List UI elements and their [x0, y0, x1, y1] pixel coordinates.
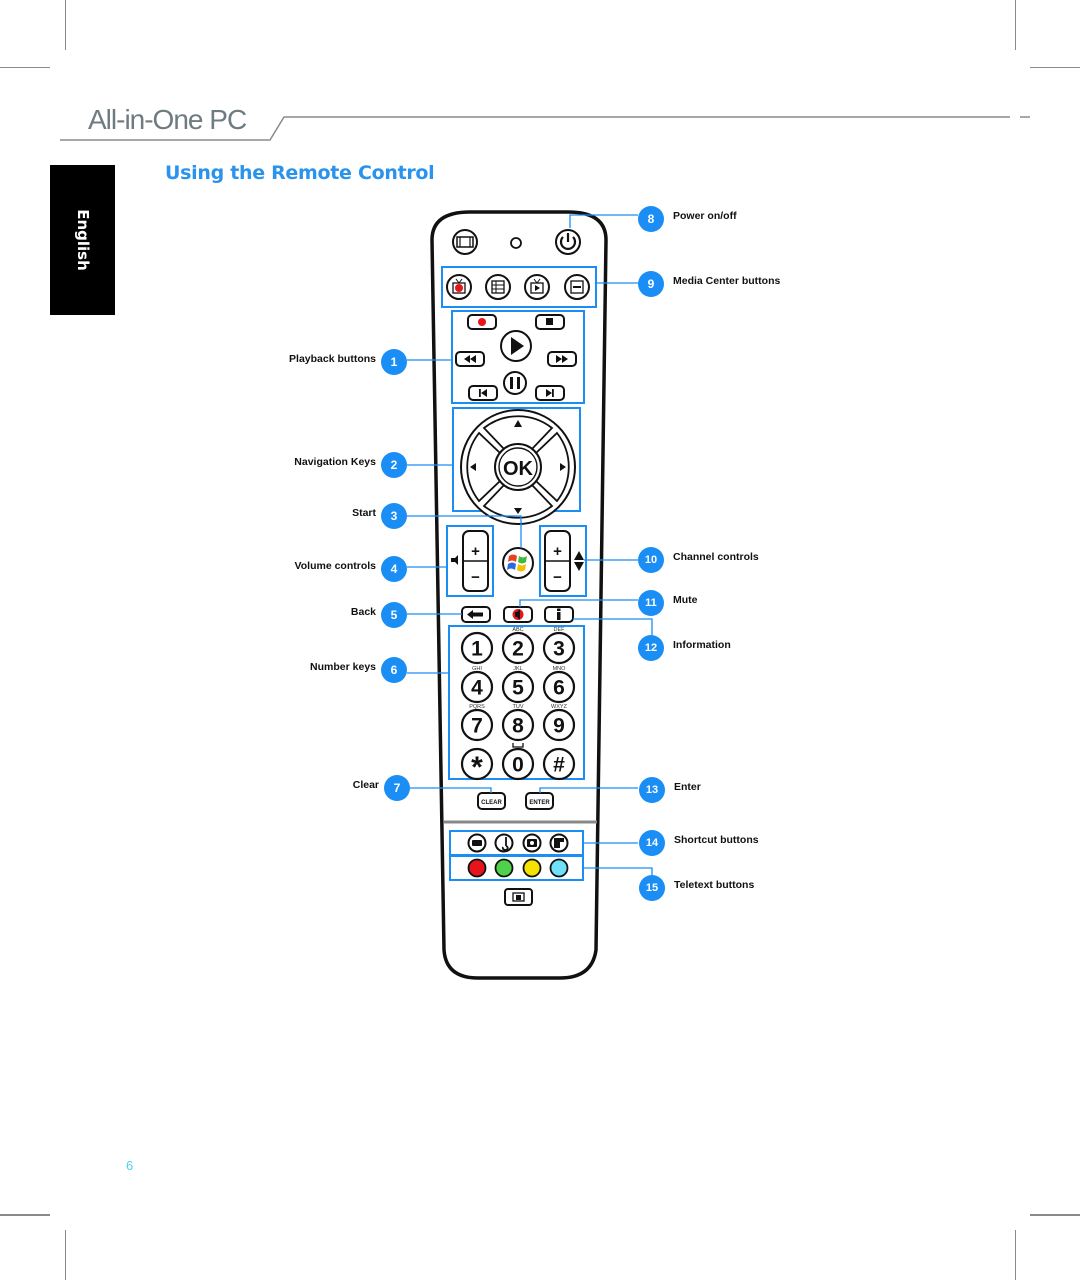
number-key-digit: 4 [471, 677, 483, 700]
skip-back-button[interactable] [468, 385, 498, 401]
mute-button[interactable] [503, 606, 533, 623]
number-key-letters: JKL [513, 666, 522, 672]
number-key-digit: 7 [471, 715, 483, 738]
live-tv-button[interactable] [446, 274, 472, 300]
number-key-letters: DEF [554, 627, 566, 633]
number-key-letters: WXYZ [551, 704, 568, 710]
teletext-button[interactable] [504, 888, 533, 906]
aspect-ratio-button[interactable] [452, 229, 478, 255]
teletext-blue-button[interactable] [549, 858, 569, 878]
rewind-button[interactable] [455, 351, 485, 367]
page-number: 6 [126, 1158, 134, 1173]
callout-label: Start [352, 507, 376, 519]
enter-button[interactable]: ENTER [525, 792, 554, 810]
guide-button[interactable] [485, 274, 511, 300]
callout-label: Number keys [310, 661, 376, 673]
indicator-led [510, 237, 522, 249]
callout-badge: 9 [638, 271, 664, 297]
number-key-digit: * [471, 751, 483, 784]
ok-label: OK [503, 458, 534, 480]
callout-label: Clear [352, 779, 379, 791]
radio-icon [472, 840, 482, 846]
callout-badge: 14 [639, 830, 665, 856]
callout-label: Power on/off [673, 210, 737, 222]
remote-control: .o { fill:#fff; stroke:#111; stroke-widt… [407, 210, 653, 980]
number-key-letters: TUV [513, 704, 524, 710]
callout-badge: 4 [381, 556, 407, 582]
number-key-letters: GHI [472, 666, 482, 672]
fast-forward-button[interactable] [547, 351, 577, 367]
callout-badge: 7 [384, 775, 410, 801]
callout-label: Information [673, 639, 731, 651]
callout-label: Teletext buttons [674, 879, 755, 891]
videos-icon [554, 838, 560, 848]
volume-rocker[interactable]: + − [462, 530, 489, 592]
number-key[interactable]: 1 [460, 631, 494, 665]
volume-up-label[interactable]: + [471, 543, 480, 560]
callout-badge: 2 [381, 452, 407, 478]
number-key-letters: PQRS [469, 704, 485, 710]
number-key-letters: ABC [512, 627, 523, 633]
callout-badge: 12 [638, 635, 664, 661]
pause-button[interactable] [503, 371, 527, 395]
channel-up-label[interactable]: + [553, 543, 562, 560]
videos-button[interactable] [549, 833, 569, 853]
callout-label: Volume controls [294, 560, 376, 572]
clear-label: CLEAR [481, 800, 502, 806]
volume-down-label[interactable]: − [471, 569, 480, 586]
callout-badge: 3 [381, 503, 407, 529]
music-button[interactable] [494, 833, 514, 853]
callout-label: Back [350, 606, 376, 618]
callout-badge: 8 [638, 206, 664, 232]
recorded-tv-button[interactable] [524, 274, 550, 300]
number-key-digit: 0 [512, 754, 524, 777]
callout-label: Channel controls [673, 551, 759, 563]
number-key[interactable]: 0 [501, 747, 535, 781]
back-button[interactable] [461, 606, 491, 623]
play-button[interactable] [500, 330, 532, 362]
info-button[interactable] [544, 606, 574, 623]
callout-badge: 10 [638, 547, 664, 573]
ok-button[interactable]: OK [494, 443, 542, 491]
info-icon [557, 612, 561, 620]
enter-label: ENTER [529, 800, 550, 806]
callout-label: Enter [674, 781, 701, 793]
teletext-red-button[interactable] [467, 858, 487, 878]
number-key-digit: 3 [553, 638, 565, 661]
number-pad: 1 2 ABC 3 DEF 4 GHI 5 JKL 6 MNO 7 PQRS 8 TUV 9 WXYZ * 0 # [460, 627, 576, 784]
number-key-digit: 9 [553, 715, 565, 738]
stop-button[interactable] [535, 314, 565, 330]
number-key-digit: 2 [512, 638, 524, 661]
callout-badge: 1 [381, 349, 407, 375]
number-key[interactable]: # [542, 747, 576, 781]
radio-button[interactable] [467, 833, 487, 853]
dvd-menu-button[interactable] [564, 274, 590, 300]
callout-badge: 15 [639, 875, 665, 901]
start-button[interactable] [502, 547, 534, 579]
channel-rocker[interactable]: + − [544, 530, 571, 592]
channel-down-label[interactable]: − [553, 569, 562, 586]
callout-badge: 6 [381, 657, 407, 683]
pictures-button[interactable] [522, 833, 542, 853]
number-key-digit: # [553, 754, 565, 777]
callout-label: Playback buttons [289, 353, 376, 365]
callout-label: Shortcut buttons [674, 834, 759, 846]
callout-badge: 5 [381, 602, 407, 628]
callout-badge: 11 [638, 590, 664, 616]
number-key-digit: 6 [553, 677, 565, 700]
number-key-digit: 5 [512, 677, 524, 700]
clear-button[interactable]: CLEAR [477, 792, 506, 810]
callout-badge: 13 [639, 777, 665, 803]
teletext-green-button[interactable] [494, 858, 514, 878]
teletext-yellow-button[interactable] [522, 858, 542, 878]
callout-label: Media Center buttons [673, 275, 781, 287]
skip-forward-button[interactable] [535, 385, 565, 401]
number-key-letters: MNO [553, 666, 567, 672]
power-button[interactable] [555, 229, 581, 255]
callout-label: Navigation Keys [294, 456, 376, 468]
record-button[interactable] [467, 314, 497, 330]
number-key-digit: 1 [471, 638, 483, 661]
callout-label: Mute [673, 594, 698, 606]
number-key-digit: 8 [512, 715, 524, 738]
